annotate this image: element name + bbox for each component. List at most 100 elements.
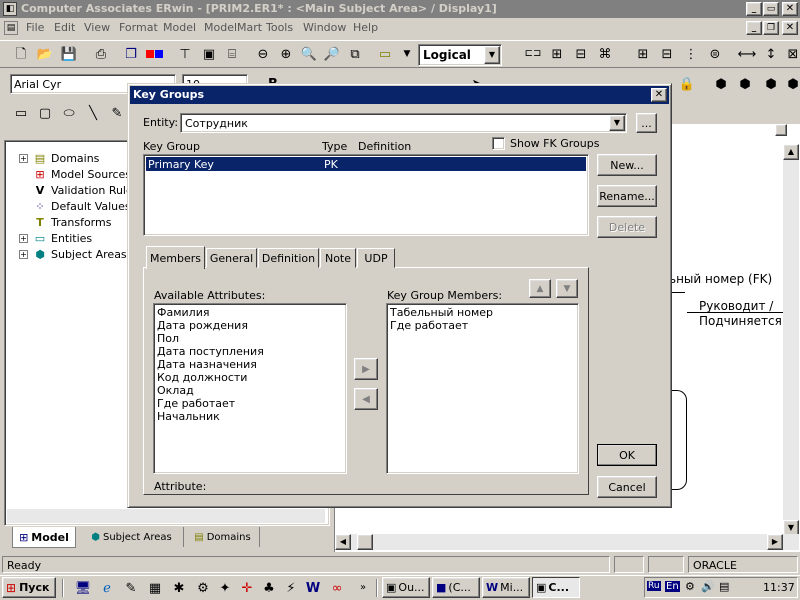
menu-help[interactable]: Help: [353, 21, 378, 34]
canvas-restore-button[interactable]: [775, 124, 787, 136]
cube3-icon[interactable]: ⬢: [760, 73, 782, 95]
key-group-members-list[interactable]: Табельный номер Где работает: [386, 303, 579, 474]
menu-app-icon[interactable]: ▤: [4, 21, 18, 35]
tab-domains[interactable]: ▤ Domains: [186, 527, 260, 547]
list-item[interactable]: Дата поступления: [154, 345, 346, 358]
list-item[interactable]: Пол: [154, 332, 346, 345]
menu-format[interactable]: Format: [119, 21, 158, 34]
canvas-vscroll[interactable]: ▲ ▼: [783, 144, 799, 536]
quicklaunch-app12-icon[interactable]: ∞: [326, 577, 348, 599]
align-icon[interactable]: ⊞: [632, 43, 654, 65]
menu-tools[interactable]: Tools: [266, 21, 293, 34]
stack-icon[interactable]: ⊜: [704, 43, 726, 65]
distribute-icon[interactable]: ⊟: [656, 43, 678, 65]
available-attributes-list[interactable]: Фамилия Дата рождения Пол Дата поступлен…: [153, 303, 347, 474]
list-item[interactable]: Дата рождения: [154, 319, 346, 332]
list-item[interactable]: Оклад: [154, 384, 346, 397]
taskbar-more-icon[interactable]: »: [352, 577, 374, 599]
remove-member-button[interactable]: ◀: [354, 388, 378, 410]
menu-file[interactable]: File: [26, 21, 44, 34]
pen-icon[interactable]: ✎: [106, 102, 128, 124]
list-item[interactable]: Табельный номер: [387, 306, 578, 319]
quicklaunch-ie-icon[interactable]: ℯ: [96, 577, 118, 599]
ok-button[interactable]: OK: [597, 444, 657, 466]
entity-dropdown-icon[interactable]: ▼: [609, 115, 625, 131]
quicklaunch-target-icon[interactable]: ✛: [236, 577, 258, 599]
start-button[interactable]: ⊞ Пуск: [2, 577, 56, 598]
zoom-area-icon[interactable]: 🔎: [321, 43, 343, 65]
list-item[interactable]: Начальник: [154, 410, 346, 423]
quicklaunch-app4-icon[interactable]: ▦: [144, 577, 166, 599]
menu-edit[interactable]: Edit: [54, 21, 75, 34]
zoom-page-icon[interactable]: ⧉: [344, 43, 366, 65]
rename-button[interactable]: Rename...: [597, 185, 657, 207]
key-group-list[interactable]: Primary Key PK: [143, 154, 589, 236]
tab-subject-areas[interactable]: ⬢ Subject Areas: [80, 527, 184, 547]
tray-app-icon[interactable]: ⚙: [685, 580, 695, 593]
save-icon[interactable]: 💾: [58, 43, 80, 65]
expand-icon[interactable]: +: [19, 234, 28, 243]
move-up-button[interactable]: ▲: [529, 279, 551, 298]
dialog-close-button[interactable]: ✕: [651, 88, 667, 102]
tree-item-entities[interactable]: + ▭ Entities: [19, 231, 92, 246]
task-button-4-active[interactable]: ▣ С...: [532, 577, 580, 598]
copy-icon[interactable]: ❐: [120, 43, 142, 65]
show-fk-groups-checkbox[interactable]: Show FK Groups: [492, 137, 599, 150]
line-icon[interactable]: ╲: [82, 102, 104, 124]
network-icon[interactable]: ⌘: [594, 43, 616, 65]
relation-icon[interactable]: ⊏⊐: [522, 43, 544, 65]
tree-hscroll[interactable]: [7, 509, 325, 523]
quicklaunch-app9-icon[interactable]: ♣: [258, 577, 280, 599]
clock[interactable]: 11:37: [763, 581, 795, 594]
maximize-button[interactable]: ▭: [763, 2, 779, 16]
view-mode-select[interactable]: Logical ▼: [418, 44, 502, 66]
tree-item-domains[interactable]: + ▤ Domains: [19, 151, 99, 166]
expand-icon[interactable]: +: [19, 250, 28, 259]
quicklaunch-editor-icon[interactable]: ✎: [120, 577, 142, 599]
rectangle-icon[interactable]: ▭: [10, 102, 32, 124]
delete-button[interactable]: Delete: [597, 216, 657, 238]
expand-icon[interactable]: +: [19, 154, 28, 163]
expand-icon[interactable]: ⊠: [782, 43, 800, 65]
task-button-2[interactable]: ■ (С...: [432, 577, 480, 598]
list-item[interactable]: Фамилия: [154, 306, 346, 319]
tab-note[interactable]: Note: [320, 248, 356, 268]
move-down-button[interactable]: ▼: [556, 279, 578, 298]
open-folder-icon[interactable]: 📂: [34, 43, 56, 65]
pin-icon[interactable]: ⊤: [174, 43, 196, 65]
display-dropdown-icon[interactable]: ▼: [396, 43, 418, 65]
quicklaunch-word-icon[interactable]: W: [302, 577, 324, 599]
menu-model[interactable]: Model: [163, 21, 196, 34]
zoom-in-icon[interactable]: ⊕: [275, 43, 297, 65]
spread-h-icon[interactable]: ⟷: [736, 43, 758, 65]
scroll-up-button[interactable]: ▲: [783, 144, 799, 160]
new-button[interactable]: New...: [597, 154, 657, 176]
rounded-rect-icon[interactable]: ▢: [34, 102, 56, 124]
task-button-1[interactable]: ▣ Ou...: [382, 577, 430, 598]
display-icon[interactable]: ▭: [374, 43, 396, 65]
subtype-icon[interactable]: ⊞: [546, 43, 568, 65]
quicklaunch-app6-icon[interactable]: ⚙: [192, 577, 214, 599]
tree-item-transforms[interactable]: T Transforms: [32, 215, 111, 230]
cube-icon[interactable]: ⬢: [710, 73, 732, 95]
tree-item-default-values[interactable]: ⁘ Default Values: [32, 199, 130, 214]
list-item[interactable]: Где работает: [387, 319, 578, 332]
tab-definition[interactable]: Definition: [258, 248, 319, 268]
tab-model[interactable]: ⊞ Model: [12, 527, 76, 548]
minimize-button[interactable]: _: [746, 2, 762, 16]
frame-icon[interactable]: ▣: [198, 43, 220, 65]
canvas-hscroll[interactable]: ◀ ▶: [335, 534, 799, 550]
hierarchy-icon[interactable]: ⊟: [570, 43, 592, 65]
doc-restore-button[interactable]: ❐: [763, 21, 779, 35]
tab-general[interactable]: General: [206, 248, 257, 268]
doc-minimize-button[interactable]: _: [746, 21, 762, 35]
list-item[interactable]: Код должности: [154, 371, 346, 384]
order-icon[interactable]: ⋮: [680, 43, 702, 65]
cancel-button[interactable]: Cancel: [597, 476, 657, 498]
zoom-out-icon[interactable]: ⊖: [252, 43, 274, 65]
color-icon[interactable]: [143, 43, 165, 65]
entity-select[interactable]: Сотрудник ▼: [180, 113, 627, 133]
view-mode-dropdown-icon[interactable]: ▼: [484, 46, 500, 64]
scroll-thumb[interactable]: [357, 534, 373, 550]
language-icon[interactable]: Ru: [647, 581, 661, 591]
